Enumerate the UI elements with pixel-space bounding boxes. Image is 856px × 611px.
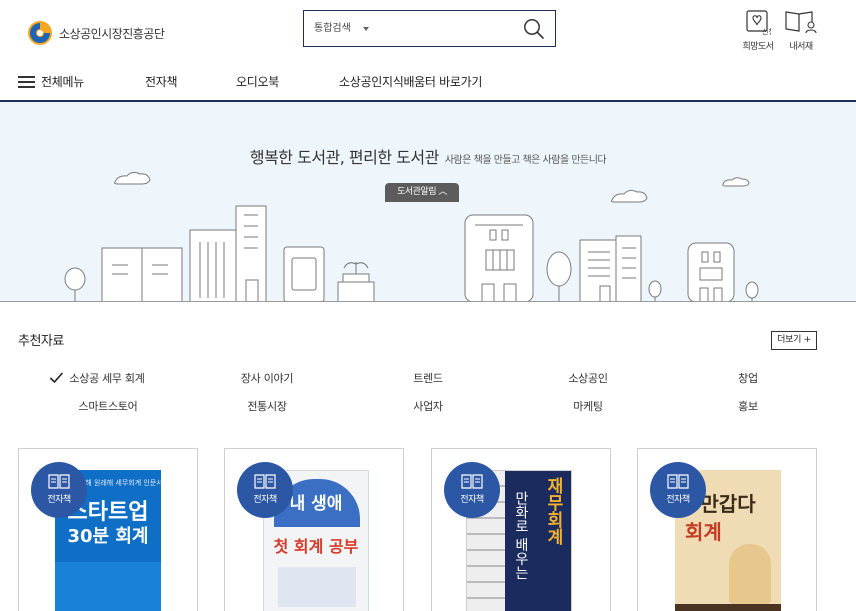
all-menu-button[interactable]: 전체메뉴 <box>18 62 84 102</box>
category-traditional-market[interactable]: 전통시장 <box>247 398 287 414</box>
logo-name: 소상공인시장진흥공단 <box>59 26 165 41</box>
search-button[interactable] <box>523 18 545 40</box>
all-menu-label: 전체메뉴 <box>41 75 84 89</box>
book-cover-subtitle: 회계 <box>685 520 722 544</box>
library-notice-label: 도서관알림 <box>397 187 436 197</box>
my-library-label: 내서재 <box>789 42 813 52</box>
book-cover-subtitle: 첫 회계 공부 <box>273 537 359 556</box>
wish-book-icon: 신청 <box>746 10 771 35</box>
chevron-up-icon: ︿ <box>438 187 447 197</box>
wish-book-label: 희망도서 <box>742 42 774 52</box>
book-icon <box>667 474 689 489</box>
book-cover-title: 재무회계 <box>543 477 563 545</box>
search-icon <box>524 19 544 39</box>
recommend-title: 추천자료 <box>18 334 64 349</box>
banner-subtitle: 사람은 책을 만들고 책은 사람을 만든니다 <box>444 155 607 166</box>
ebook-badge: 전자책 <box>444 462 500 518</box>
search-scope-label: 통합검색 <box>314 23 351 34</box>
category-smartstore[interactable]: 스마트스토어 <box>79 398 138 414</box>
hamburger-icon <box>18 76 35 88</box>
book-card[interactable]: 전자책 만갑다 회계 <box>637 448 817 611</box>
city-illustration <box>0 171 856 302</box>
site-header: 소상공인시장진흥공단 통합검색 신청 희망도서 <box>0 0 856 62</box>
category-promotion[interactable]: 홍보 <box>738 398 758 414</box>
library-notice-tab[interactable]: 도서관알림 ︿ <box>385 183 459 202</box>
book-icon <box>254 474 276 489</box>
book-card[interactable]: 전자책 내 생애 첫 회계 공부 <box>224 448 404 611</box>
my-library-icon <box>785 11 817 34</box>
wish-book-button[interactable]: 신청 희망도서 <box>738 9 778 52</box>
my-library-button[interactable]: 내서재 <box>783 9 819 52</box>
book-cover-subtitle: 만화로 배우는 <box>513 491 529 580</box>
book-cover-subtitle: 30분 회계 <box>67 526 149 547</box>
site-logo[interactable]: 소상공인시장진흥공단 <box>27 20 165 46</box>
hero-banner: 행복한 도서관, 편리한 도서관 사람은 책을 만들고 책은 사람을 만든니다 <box>0 102 856 302</box>
category-marketing[interactable]: 마케팅 <box>573 398 603 414</box>
ebook-badge: 전자책 <box>31 462 87 518</box>
ebook-badge-label: 전자책 <box>666 495 690 505</box>
book-icon <box>461 474 483 489</box>
main-nav: 전체메뉴 전자책 오디오북 소상공인지식배움터 바로가기 <box>0 62 856 102</box>
category-label: 소상공 세무 회계 <box>69 372 145 385</box>
ebook-badge: 전자책 <box>650 462 706 518</box>
category-business-owner[interactable]: 사업자 <box>413 398 443 414</box>
nav-item-audiobook[interactable]: 오디오북 <box>236 62 279 102</box>
category-tax-accounting[interactable]: 소상공 세무 회계 <box>49 370 145 386</box>
book-card[interactable]: 전자책 잘 아는 이해 원래해 세무회계 인문서 스타트업 30분 회계 <box>18 448 198 611</box>
check-icon <box>49 372 64 384</box>
search-input[interactable] <box>384 17 514 41</box>
book-card[interactable]: 전자책 재무회계 만화로 배우는 <box>431 448 611 611</box>
category-business-story[interactable]: 장사 이야기 <box>241 370 294 386</box>
search-scope-select[interactable]: 통합검색 <box>314 11 369 46</box>
ebook-badge: 전자책 <box>237 462 293 518</box>
banner-title: 행복한 도서관, 편리한 도서관 <box>249 148 439 167</box>
ebook-badge-label: 전자책 <box>47 495 71 505</box>
ebook-badge-label: 전자책 <box>460 495 484 505</box>
category-small-business[interactable]: 소상공인 <box>568 370 608 386</box>
search-box: 통합검색 <box>303 10 556 47</box>
category-startup[interactable]: 창업 <box>738 370 758 386</box>
logo-mark-icon <box>27 20 53 46</box>
book-icon <box>48 474 70 489</box>
more-button[interactable]: 더보기 + <box>771 331 817 350</box>
ebook-badge-label: 전자책 <box>253 495 277 505</box>
nav-item-learning-link[interactable]: 소상공인지식배움터 바로가기 <box>339 62 482 102</box>
banner-text: 행복한 도서관, 편리한 도서관 사람은 책을 만들고 책은 사람을 만든니다 <box>0 144 856 168</box>
chevron-down-icon <box>362 26 369 31</box>
nav-item-ebook[interactable]: 전자책 <box>145 62 178 102</box>
category-trend[interactable]: 트렌드 <box>413 370 443 386</box>
wish-tag: 신청 <box>762 27 771 35</box>
